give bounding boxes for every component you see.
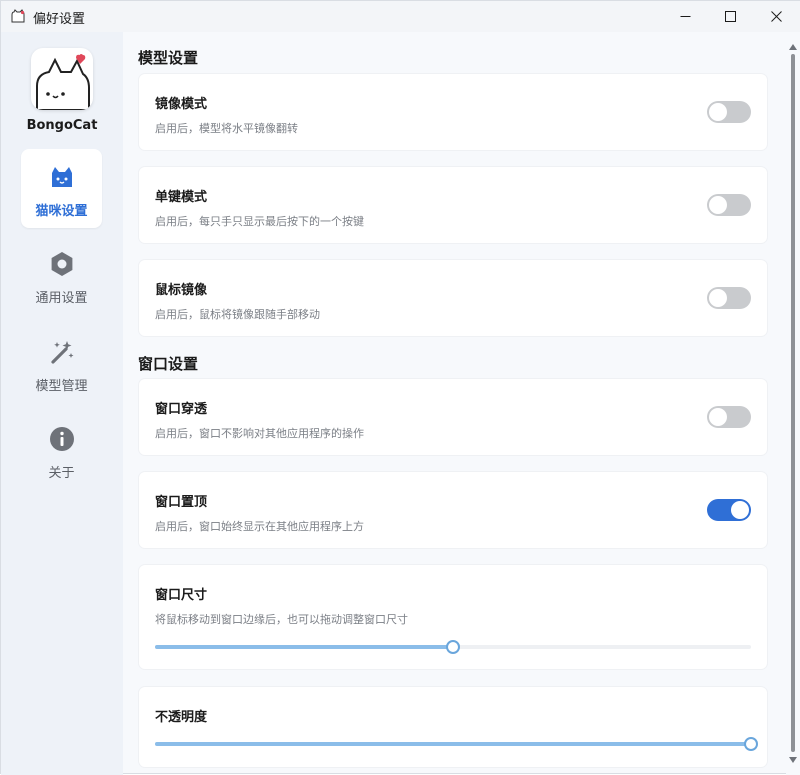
always-on-top-toggle[interactable] [707, 499, 751, 521]
card-description: 启用后，鼠标将镜像跟随手部移动 [155, 308, 320, 321]
vertical-scrollbar[interactable] [786, 32, 800, 775]
card-title: 窗口置顶 [155, 495, 208, 510]
card-title: 窗口尺寸 [155, 588, 208, 603]
card-title: 单键模式 [155, 190, 208, 205]
single-key-mode-card: 单键模式 启用后，每只手只显示最后按下的一个按键 [139, 167, 767, 243]
app-icon [11, 9, 25, 23]
opacity-card: 不透明度 [139, 687, 767, 767]
card-description: 启用后，窗口不影响对其他应用程序的操作 [155, 427, 364, 440]
gear-icon [51, 252, 72, 276]
minimize-button[interactable] [662, 1, 708, 32]
nav-item-model-management[interactable]: 模型管理 [21, 324, 102, 403]
card-description: 启用后，每只手只显示最后按下的一个按键 [155, 215, 364, 228]
card-title: 不透明度 [155, 710, 208, 725]
nav-label: 关于 [48, 466, 75, 481]
card-description: 将鼠标移动到窗口边缘后，也可以拖动调整窗口尺寸 [155, 613, 408, 626]
section-title-model: 模型设置 [138, 49, 199, 67]
info-icon [49, 427, 74, 451]
sidebar: BongoCat 猫咪设置 通用设置 模型管理 关于 [1, 32, 123, 775]
window-title: 偏好设置 [33, 12, 86, 27]
title-bar[interactable]: 偏好设置 [1, 1, 800, 32]
card-title: 鼠标镜像 [155, 283, 208, 298]
nav-item-general-settings[interactable]: 通用设置 [21, 236, 102, 315]
card-title: 窗口穿透 [155, 402, 208, 417]
card-description: 启用后，模型将水平镜像翻转 [155, 122, 298, 135]
single-key-mode-toggle[interactable] [707, 194, 751, 216]
section-title-window: 窗口设置 [138, 355, 199, 373]
toggle-knob [731, 501, 749, 519]
slider-fill [155, 742, 751, 746]
toggle-knob [709, 103, 727, 121]
nav-item-about[interactable]: 关于 [21, 411, 102, 490]
maximize-button[interactable] [707, 1, 753, 32]
opacity-slider[interactable] [155, 736, 758, 752]
toggle-knob [709, 289, 727, 307]
mouse-mirror-toggle[interactable] [707, 287, 751, 309]
slider-thumb[interactable] [446, 640, 460, 654]
bongocat-logo [31, 48, 93, 110]
window-passthrough-card: 窗口穿透 启用后，窗口不影响对其他应用程序的操作 [139, 379, 767, 455]
scrollbar-thumb[interactable] [791, 54, 795, 752]
nav-item-cat-settings[interactable]: 猫咪设置 [21, 149, 102, 228]
nav-label: 模型管理 [35, 379, 88, 394]
window-size-slider[interactable] [155, 639, 751, 655]
scroll-up-arrow-icon[interactable] [789, 44, 797, 50]
cat-logo-icon [36, 54, 90, 110]
mirror-mode-card: 镜像模式 启用后，模型将水平镜像翻转 [139, 74, 767, 150]
card-description: 启用后，窗口始终显示在其他应用程序上方 [155, 520, 364, 533]
maximize-icon [724, 11, 736, 22]
slider-thumb[interactable] [744, 737, 758, 751]
mirror-mode-toggle[interactable] [707, 101, 751, 123]
nav-label: 通用设置 [35, 291, 88, 306]
mouse-mirror-card: 鼠标镜像 启用后，鼠标将镜像跟随手部移动 [139, 260, 767, 336]
magic-wand-icon [50, 341, 73, 364]
app-name: BongoCat [26, 118, 98, 133]
preferences-window: 偏好设置 BongoCat 猫咪设置 通用设置 模型管理 关于 模型设置 镜像模… [0, 0, 800, 775]
close-icon [770, 11, 782, 22]
always-on-top-card: 窗口置顶 启用后，窗口始终显示在其他应用程序上方 [139, 472, 767, 548]
toggle-knob [709, 408, 727, 426]
toggle-knob [709, 196, 727, 214]
cat-icon [51, 167, 72, 187]
slider-fill [155, 645, 453, 649]
nav-label: 猫咪设置 [35, 204, 88, 219]
settings-content[interactable]: 模型设置 镜像模式 启用后，模型将水平镜像翻转 单键模式 启用后，每只手只显示最… [123, 32, 786, 775]
card-title: 镜像模式 [155, 97, 208, 112]
close-button[interactable] [753, 1, 799, 32]
minimize-icon [680, 16, 690, 17]
window-passthrough-toggle[interactable] [707, 406, 751, 428]
window-size-card: 窗口尺寸 将鼠标移动到窗口边缘后，也可以拖动调整窗口尺寸 [139, 565, 767, 669]
scroll-down-arrow-icon[interactable] [789, 757, 797, 763]
